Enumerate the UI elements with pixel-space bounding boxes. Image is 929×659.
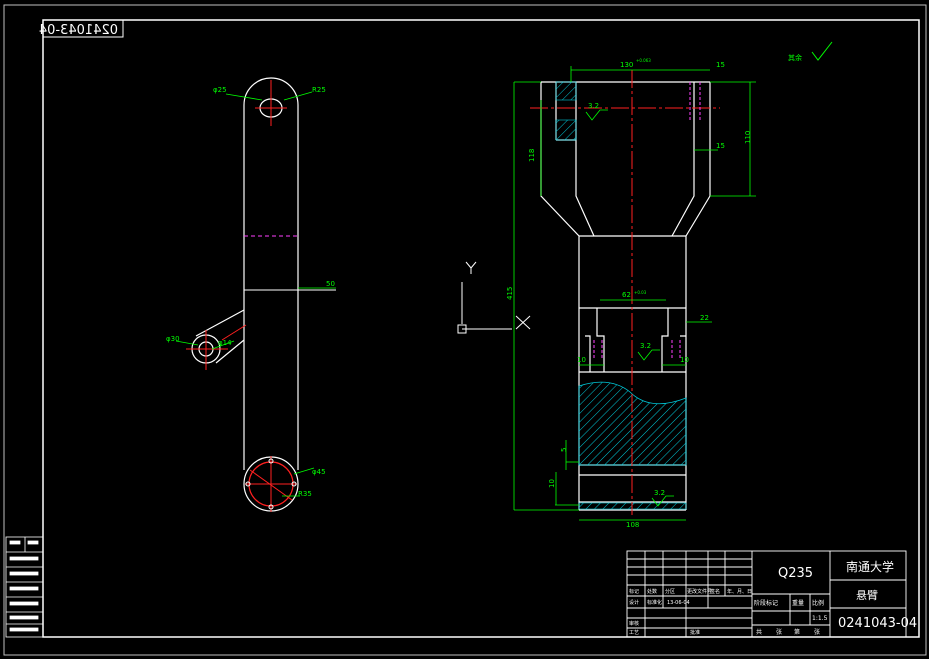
title-change-doc-label: 更改文件号 — [687, 588, 712, 595]
ucs-y-label: Y — [475, 259, 476, 261]
dim-left-10: 10 — [577, 356, 586, 364]
title-count-label: 处数 — [647, 588, 657, 595]
ucs-icon — [457, 261, 531, 334]
dim-d-bottom: φ45 — [312, 468, 326, 476]
title-scale: 1:1.5 — [812, 615, 828, 622]
sheet-outer-border — [3, 4, 927, 656]
dim-bottom-small-2: 10 — [548, 479, 556, 488]
dim-inner-width-tol: +0.03 — [634, 290, 647, 295]
title-drawing-number: 0241043-04 — [838, 616, 917, 631]
title-sheet-label: 张 — [776, 628, 782, 636]
dim-boss-width: 22 — [700, 314, 709, 322]
title-sheet-index-label: 第 — [794, 628, 800, 636]
dim-overall-height: 415 — [506, 287, 514, 300]
dim-right-10: 10 — [680, 356, 689, 364]
mirrored-drawing-number-box: 0241043-04 — [39, 19, 124, 38]
title-stage-label: 阶段标记 — [754, 599, 778, 607]
right-view: 130 +0.063 15 15 110 118 415 62 +0.03 22… — [506, 58, 756, 529]
title-mark-label: 标记 — [629, 588, 639, 595]
title-standardize-label: 标准化 — [647, 599, 662, 606]
dim-top-width-tol: +0.063 — [636, 58, 651, 63]
roughness-3: 3.2 — [654, 489, 665, 497]
dim-d-side-hole: φ14 — [218, 339, 232, 347]
title-material: Q235 — [778, 566, 813, 581]
title-scale-label: 比例 — [812, 599, 824, 607]
title-sheet-index-suffix: 张 — [814, 628, 820, 636]
title-designer-label: 设计 — [629, 599, 639, 606]
dim-r-top: R25 — [312, 86, 326, 94]
section-hatch-top-left — [555, 81, 577, 101]
roughness-note-label: 其余 — [788, 53, 802, 62]
dim-bottom-small-1: 5 — [560, 448, 568, 452]
title-date-label: 年、月、日 — [727, 588, 752, 595]
section-hatch-top-left-2 — [555, 119, 577, 141]
dim-d-side: φ30 — [166, 335, 180, 343]
title-approve-label: 批准 — [690, 629, 700, 636]
title-review-label: 审核 — [629, 620, 639, 627]
title-school: 南通大学 — [846, 559, 894, 574]
dim-bottom-width: 108 — [626, 521, 639, 529]
dim-inner-width: 62 — [622, 291, 631, 299]
left-view: φ25 R25 50 φ30 φ14 φ45 R35 — [166, 77, 336, 512]
ucs-x-label: X — [535, 319, 536, 321]
title-signature-label: 签名 — [710, 588, 720, 595]
left-margin-table — [5, 536, 44, 638]
left-view-top-outline — [243, 77, 299, 470]
roughness-note-icon — [811, 41, 833, 61]
dim-height-118: 118 — [528, 149, 536, 162]
title-weight-label: 重量 — [792, 599, 804, 607]
dim-height-110: 110 — [744, 131, 752, 144]
dim-top-width: 130 — [620, 61, 633, 69]
roughness-note: 其余 — [788, 41, 833, 62]
title-process-label: 工艺 — [629, 630, 639, 636]
roughness-2: 3.2 — [640, 342, 651, 350]
dim-slot-bottom: 15 — [716, 142, 725, 150]
title-part-name: 悬臂 — [856, 589, 878, 602]
roughness-1: 3.2 — [588, 102, 599, 110]
dim-d-top-hole: φ25 — [213, 86, 227, 94]
dim-width: 50 — [326, 280, 335, 288]
dim-slot-top: 15 — [716, 61, 725, 69]
mirrored-drawing-number: 0241043-04 — [39, 23, 118, 38]
title-sheet-total-label: 共 — [756, 628, 762, 636]
title-zone-label: 分区 — [665, 588, 675, 595]
cad-drawing-canvas: 0241043-04 φ25 R25 50 φ30 φ14 φ45 R35 X … — [3, 4, 927, 656]
dim-r-bottom: R35 — [298, 490, 312, 498]
title-date-value: 13-06-04 — [667, 600, 690, 606]
